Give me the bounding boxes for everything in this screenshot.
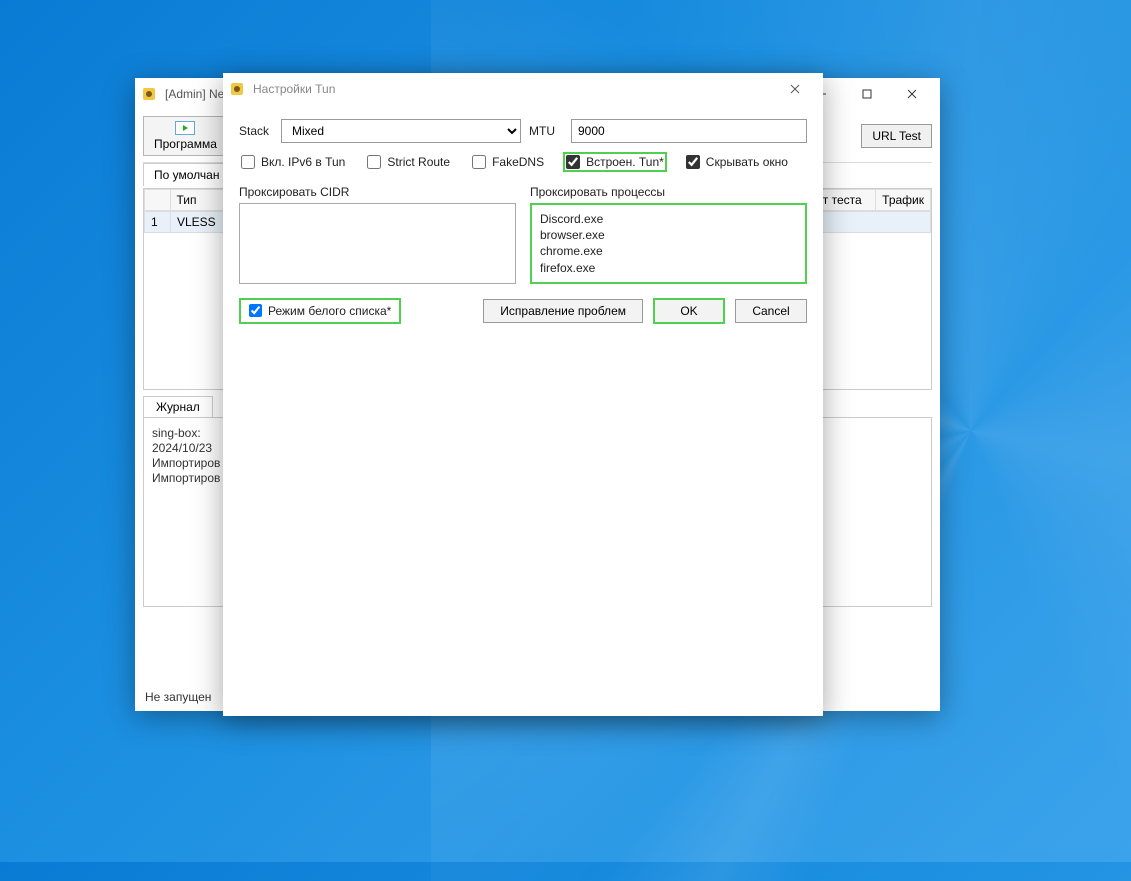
list-item[interactable]: Discord.exe: [540, 211, 797, 227]
list-item[interactable]: firefox.exe: [540, 260, 797, 276]
program-button[interactable]: Программа: [143, 116, 228, 156]
list-item[interactable]: browser.exe: [540, 227, 797, 243]
ok-button[interactable]: OK: [653, 298, 725, 324]
checkbox-strict-route[interactable]: Strict Route: [367, 155, 450, 169]
cell-num: 1: [145, 212, 171, 233]
proxy-cidr-label: Проксировать CIDR: [239, 185, 516, 199]
checkbox-hide-input[interactable]: [686, 155, 700, 169]
dialog-close-button[interactable]: [772, 75, 817, 103]
close-button[interactable]: [889, 80, 934, 108]
url-test-button[interactable]: URL Test: [861, 124, 932, 148]
maximize-button[interactable]: [844, 80, 889, 108]
proxy-cidr-listbox[interactable]: [239, 203, 516, 284]
checkbox-whitelist-input[interactable]: [249, 304, 262, 317]
grid-header-test: т теста: [816, 190, 875, 211]
checkbox-ipv6[interactable]: Вкл. IPv6 в Tun: [241, 155, 345, 169]
checkbox-fakedns[interactable]: FakeDNS: [472, 155, 544, 169]
mtu-input[interactable]: [571, 119, 807, 143]
tab-journal[interactable]: Журнал: [143, 396, 213, 417]
checkbox-hide-window[interactable]: Скрывать окно: [686, 155, 788, 169]
checkbox-builtin-input[interactable]: [566, 155, 580, 169]
cancel-button[interactable]: Cancel: [735, 299, 807, 323]
stack-label: Stack: [239, 124, 273, 138]
dialog-app-icon: [229, 81, 245, 97]
dialog-titlebar[interactable]: Настройки Tun: [223, 73, 823, 105]
checkbox-ipv6-input[interactable]: [241, 155, 255, 169]
proxy-processes-label: Проксировать процессы: [530, 185, 807, 199]
tab-default[interactable]: По умолчан: [143, 163, 230, 186]
stack-select[interactable]: Mixed: [281, 119, 521, 143]
checkbox-whitelist[interactable]: Режим белого списка*: [239, 298, 401, 324]
checkbox-fakedns-input[interactable]: [472, 155, 486, 169]
list-item[interactable]: chrome.exe: [540, 243, 797, 259]
dialog-title: Настройки Tun: [253, 82, 772, 96]
tun-dialog: Настройки Tun Stack Mixed MTU Вкл. IPv6 …: [223, 73, 823, 716]
mtu-label: MTU: [529, 124, 563, 138]
program-button-label: Программа: [154, 137, 217, 151]
grid-header-traffic: Трафик: [876, 190, 931, 211]
proxy-processes-listbox[interactable]: Discord.exe browser.exe chrome.exe firef…: [530, 203, 807, 284]
fix-problems-button[interactable]: Исправление проблем: [483, 299, 643, 323]
grid-header-num: [145, 190, 171, 211]
status-text: Не запущен: [145, 690, 211, 704]
app-icon: [141, 86, 157, 102]
play-icon: [175, 121, 195, 135]
checkbox-strict-input[interactable]: [367, 155, 381, 169]
checkbox-builtin-tun[interactable]: Встроен. Tun*: [566, 155, 664, 169]
